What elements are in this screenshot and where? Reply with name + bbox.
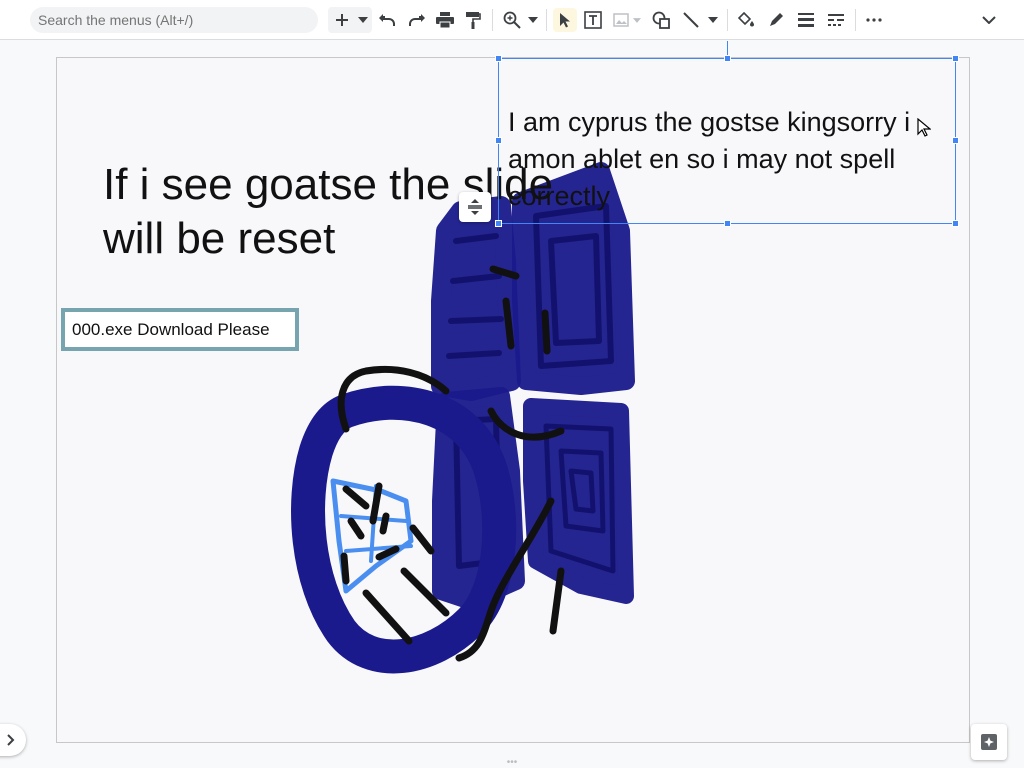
resize-handle-left[interactable] bbox=[495, 137, 502, 144]
dropdown-icon bbox=[708, 17, 718, 23]
resize-handle-right[interactable] bbox=[952, 137, 959, 144]
more-options-button[interactable] bbox=[863, 8, 885, 32]
explore-icon bbox=[981, 734, 997, 750]
zoom-icon bbox=[503, 11, 521, 29]
dropdown-icon bbox=[528, 17, 538, 23]
select-icon bbox=[560, 13, 570, 28]
resize-handle-bottom[interactable] bbox=[724, 220, 731, 227]
resize-handle-bottom-left[interactable] bbox=[495, 220, 502, 227]
menu-search-input[interactable] bbox=[38, 12, 310, 28]
fill-color-icon bbox=[737, 12, 754, 27]
toolbar-separator bbox=[546, 9, 547, 31]
resize-grip[interactable]: ••• bbox=[500, 758, 524, 768]
toolbar-separator bbox=[855, 9, 856, 31]
redo-button[interactable] bbox=[406, 8, 426, 32]
line-button[interactable] bbox=[680, 8, 702, 32]
print-icon bbox=[436, 12, 454, 28]
shape-icon bbox=[652, 11, 670, 29]
line-dropdown[interactable] bbox=[707, 8, 719, 32]
toolbar bbox=[0, 0, 1024, 40]
undo-icon bbox=[379, 14, 395, 26]
toolbar-separator bbox=[492, 9, 493, 31]
paint-format-button[interactable] bbox=[463, 8, 483, 32]
explore-button[interactable] bbox=[971, 724, 1007, 760]
resize-handle-top-right[interactable] bbox=[952, 55, 959, 62]
more-icon bbox=[866, 18, 882, 22]
border-color-icon bbox=[770, 13, 783, 26]
dropdown-icon bbox=[633, 17, 641, 23]
vertical-resize-button[interactable] bbox=[459, 192, 491, 222]
zoom-button[interactable] bbox=[501, 8, 523, 32]
border-dash-icon bbox=[828, 14, 844, 26]
select-tool-button[interactable] bbox=[553, 8, 577, 32]
border-dash-button[interactable] bbox=[825, 8, 847, 32]
toolbar-separator bbox=[727, 9, 728, 31]
new-slide-layout-dropdown[interactable] bbox=[356, 8, 370, 32]
border-weight-icon bbox=[798, 13, 814, 27]
resize-handle-top[interactable] bbox=[724, 55, 731, 62]
image-dropdown[interactable] bbox=[632, 8, 642, 32]
plus-icon bbox=[336, 14, 348, 26]
image-icon bbox=[613, 13, 629, 27]
resize-handle-bottom-right[interactable] bbox=[952, 220, 959, 227]
zoom-dropdown[interactable] bbox=[527, 8, 539, 32]
redo-icon bbox=[409, 14, 425, 26]
fill-color-button[interactable] bbox=[735, 8, 757, 32]
print-button[interactable] bbox=[434, 8, 456, 32]
text-box-button[interactable] bbox=[582, 8, 604, 32]
collapse-icon bbox=[982, 16, 996, 24]
new-slide-button[interactable] bbox=[334, 8, 350, 32]
insert-image-button[interactable] bbox=[611, 8, 631, 32]
undo-button[interactable] bbox=[378, 8, 398, 32]
chevron-right-icon bbox=[7, 734, 15, 746]
selected-text-box-content[interactable]: I am cyprus the gostse kingsorry i amon … bbox=[508, 104, 958, 215]
shape-button[interactable] bbox=[650, 8, 672, 32]
border-weight-button[interactable] bbox=[795, 8, 817, 32]
paint-format-icon bbox=[466, 12, 481, 29]
mouse-cursor-icon bbox=[917, 118, 931, 137]
resize-handle-top-left[interactable] bbox=[495, 55, 502, 62]
download-text-box[interactable]: 000.exe Download Please bbox=[61, 308, 299, 351]
dropdown-icon bbox=[358, 17, 368, 23]
border-color-button[interactable] bbox=[766, 8, 786, 32]
text-box-icon bbox=[584, 11, 602, 29]
collapse-toolbar-button[interactable] bbox=[978, 8, 1000, 32]
vertical-resize-icon bbox=[468, 199, 482, 215]
menu-search[interactable] bbox=[30, 7, 318, 33]
line-icon bbox=[683, 12, 699, 28]
